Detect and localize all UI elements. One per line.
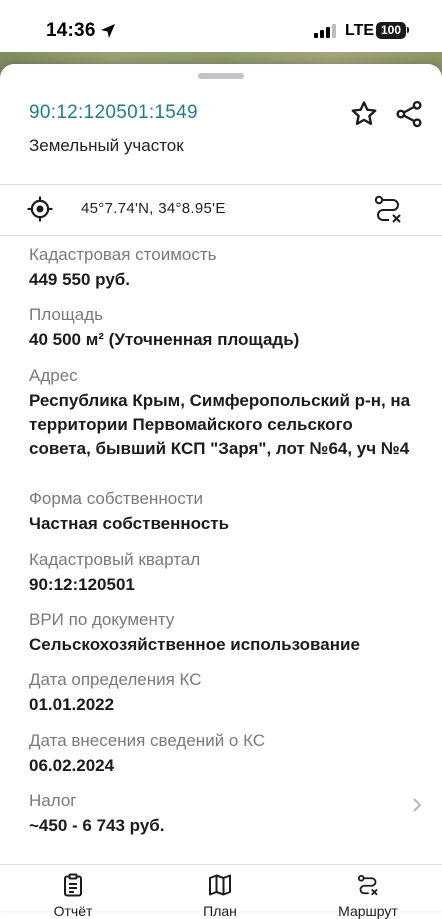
share-icon — [396, 100, 422, 128]
route-icon — [357, 874, 378, 896]
field-label: ВРИ по документу — [29, 610, 175, 629]
nav-report[interactable]: Отчёт — [23, 865, 123, 919]
nav-label: Отчёт — [53, 903, 93, 919]
map-icon — [209, 874, 231, 896]
coordinates-text[interactable]: 45°7.74'N, 34°8.95'E — [81, 200, 226, 217]
chevron-right-icon[interactable] — [412, 797, 422, 813]
field-value: 449 550 руб. — [29, 270, 131, 289]
bottom-navigation: Отчёт План Маршрут — [0, 864, 442, 919]
object-type: Земельный участок — [29, 136, 184, 155]
field-value: 40 500 м² (Уточненная площадь) — [29, 330, 300, 349]
star-icon — [351, 101, 377, 126]
cadastral-number[interactable]: 90:12:120501:1549 — [29, 102, 198, 124]
location-arrow-icon — [101, 24, 115, 38]
battery-level: 100 — [380, 23, 402, 37]
my-location-icon[interactable] — [27, 196, 53, 222]
network-type: LTE — [345, 22, 375, 39]
field-value: Республика Крым, Симферопольский р-н, на… — [29, 391, 411, 458]
field-tax[interactable]: Налог ~450 - 6 743 руб. — [29, 790, 419, 838]
field-cadastral-value: Кадастровая стоимость 449 550 руб. — [29, 244, 419, 292]
field-label: Дата внесения сведений о КС — [29, 731, 266, 750]
share-button[interactable] — [392, 97, 426, 131]
battery-tip — [407, 27, 409, 33]
nav-label: Маршрут — [338, 903, 398, 919]
field-area: Площадь 40 500 м² (Уточненная площадь) — [29, 304, 419, 352]
nav-route[interactable]: Маршрут — [318, 865, 418, 919]
parcel-info-sheet: 90:12:120501:1549 Земельный участок 45°7… — [0, 64, 442, 910]
status-time: 14:36 — [46, 20, 96, 41]
field-value: 90:12:120501 — [29, 575, 135, 594]
divider — [0, 184, 442, 185]
field-value: Сельскохозяйственное использование — [29, 635, 360, 654]
field-label: Адрес — [29, 366, 78, 385]
sheet-drag-handle[interactable] — [198, 73, 244, 79]
report-icon — [64, 873, 82, 897]
field-valuation-date: Дата определения КС 01.01.2022 — [29, 669, 419, 717]
divider — [0, 235, 442, 236]
nav-plan[interactable]: План — [170, 865, 270, 919]
field-ownership: Форма собственности Частная собственност… — [29, 488, 419, 536]
field-label: Кадастровый квартал — [29, 550, 201, 569]
field-label: Форма собственности — [29, 489, 203, 508]
route-icon[interactable] — [372, 193, 404, 225]
field-label: Кадастровая стоимость — [29, 245, 217, 264]
field-label: Площадь — [29, 305, 104, 324]
nav-label: План — [203, 903, 237, 919]
field-value: 06.02.2024 — [29, 756, 115, 775]
field-permitted-use: ВРИ по документу Сельскохозяйственное ис… — [29, 609, 419, 657]
status-bar: 14:36 LTE 100 — [0, 0, 442, 56]
field-address: Адрес Республика Крым, Симферопольский р… — [29, 365, 419, 461]
field-value: 01.01.2022 — [29, 695, 115, 714]
field-value: Частная собственность — [29, 514, 230, 533]
field-label: Дата определения КС — [29, 670, 202, 689]
battery-icon: 100 — [376, 22, 406, 39]
signal-icon — [314, 24, 336, 38]
field-value: ~450 - 6 743 руб. — [29, 816, 165, 835]
field-label: Налог — [29, 791, 77, 810]
favorite-button[interactable] — [348, 98, 380, 130]
field-record-date: Дата внесения сведений о КС 06.02.2024 — [29, 730, 419, 778]
field-cadastral-quarter[interactable]: Кадастровый квартал 90:12:120501 — [29, 549, 419, 597]
